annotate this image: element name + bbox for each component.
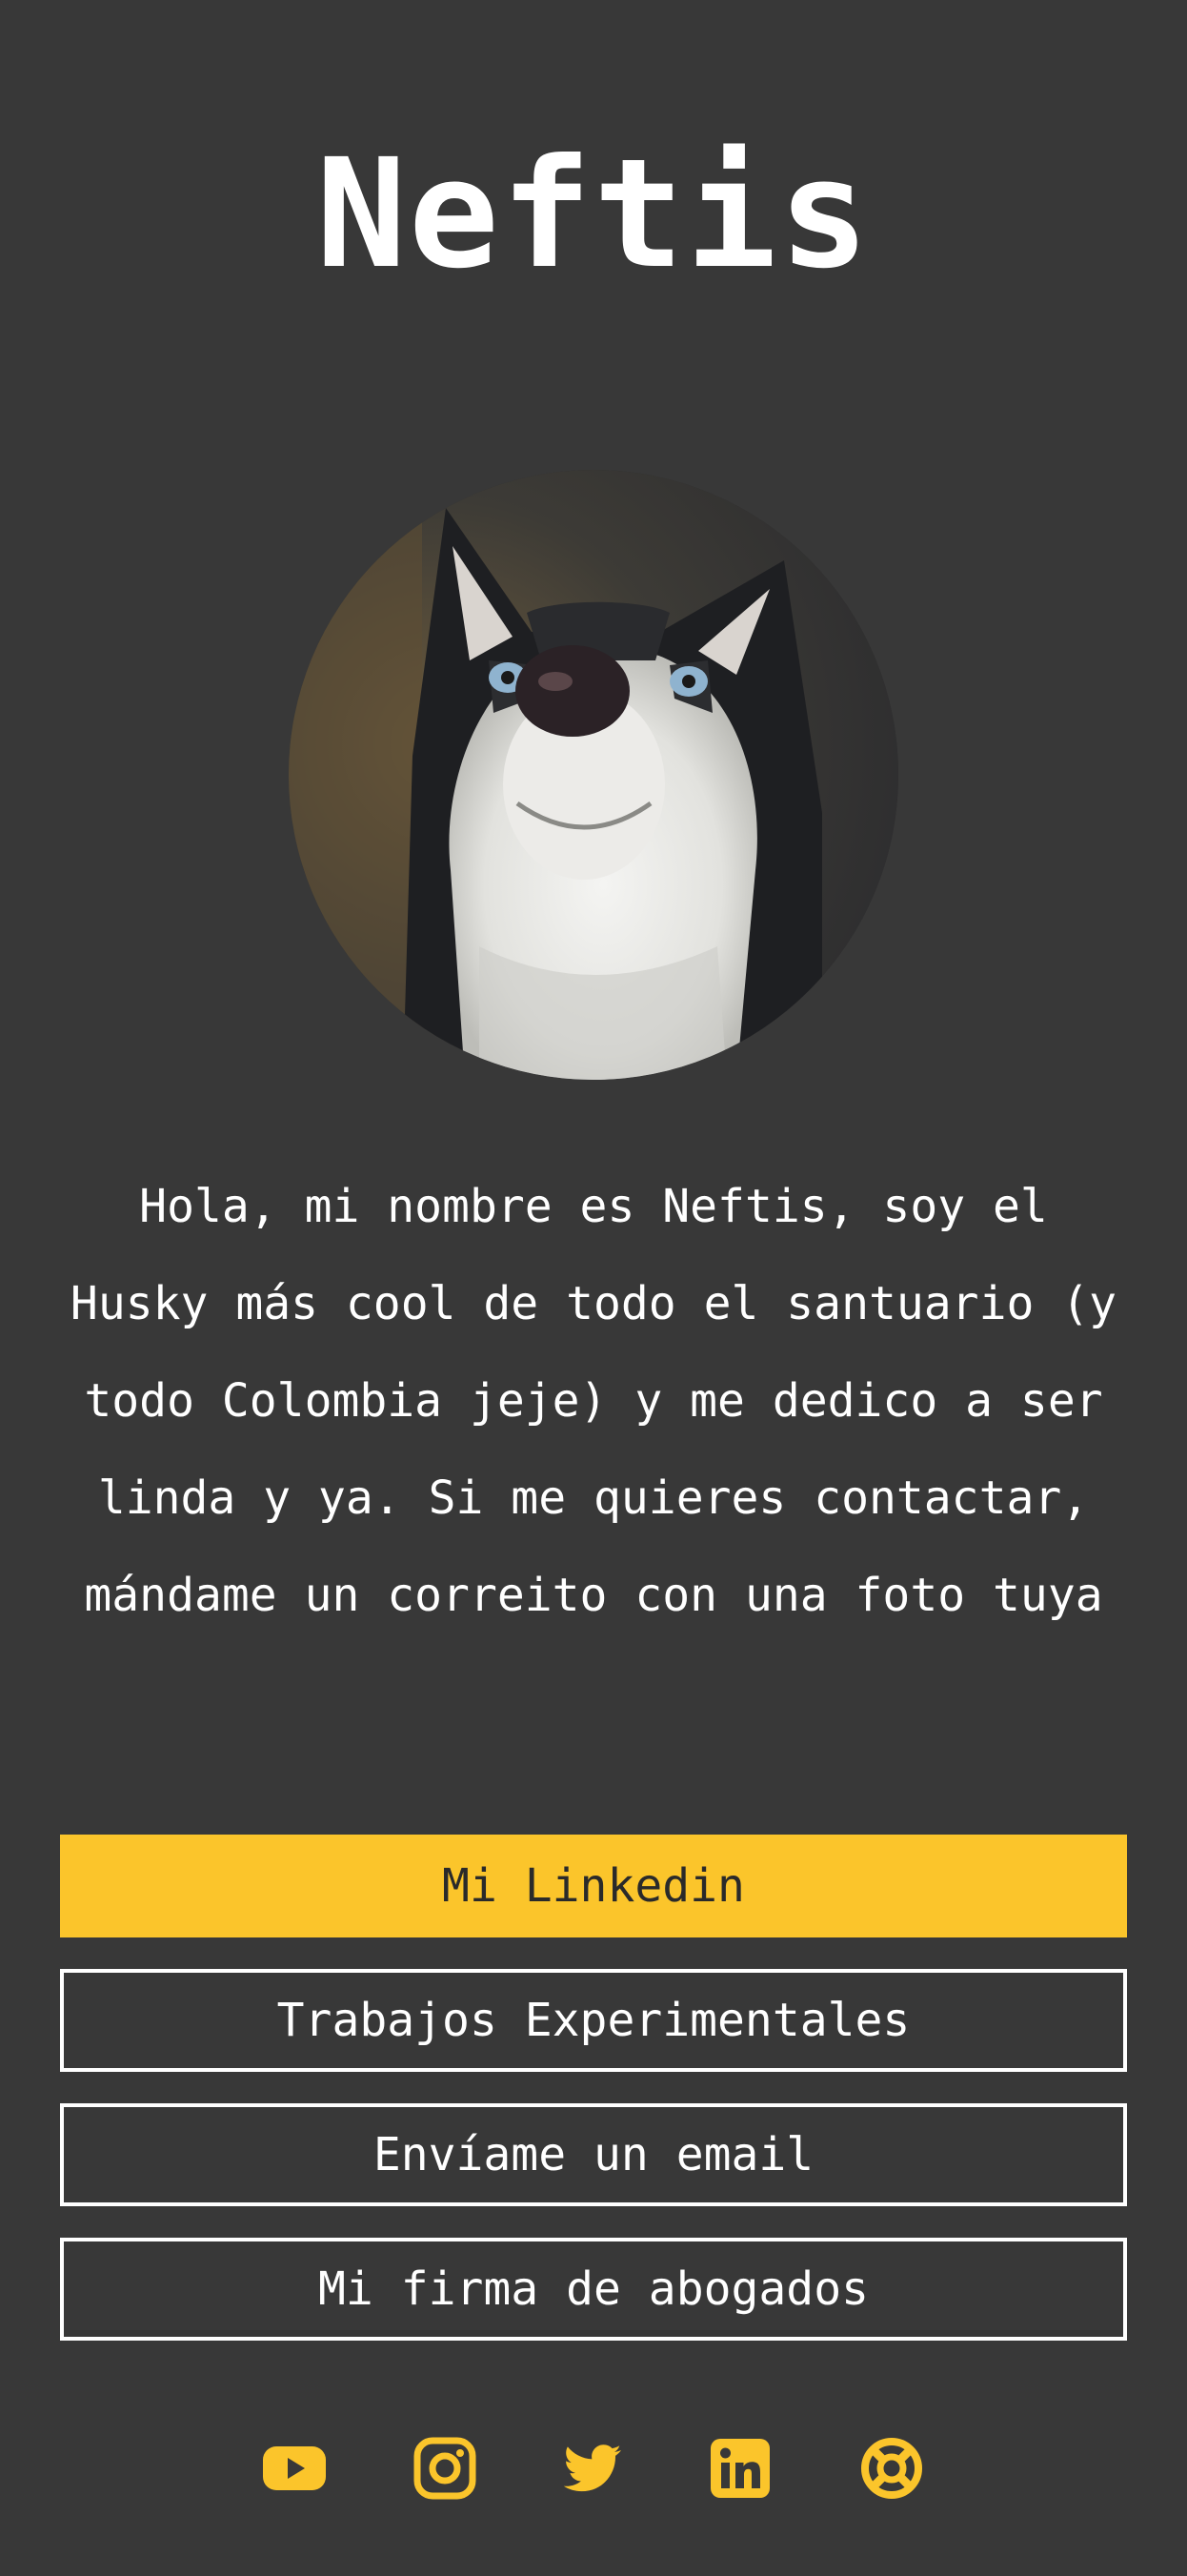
email-button[interactable]: Envíame un email bbox=[60, 2103, 1127, 2206]
twitter-icon[interactable] bbox=[560, 2435, 627, 2502]
youtube-icon[interactable] bbox=[261, 2435, 328, 2502]
profile-name: Neftis bbox=[315, 127, 872, 302]
linkedin-button[interactable]: Mi Linkedin bbox=[60, 1835, 1127, 1937]
instagram-icon[interactable] bbox=[412, 2435, 478, 2502]
linkedin-icon[interactable] bbox=[707, 2435, 774, 2502]
lifebuoy-icon[interactable] bbox=[858, 2435, 925, 2502]
husky-photo bbox=[289, 470, 898, 1080]
profile-page: Neftis Hola, mi nombre es Neftis, soy el… bbox=[0, 0, 1187, 2576]
experimental-works-button[interactable]: Trabajos Experimentales bbox=[60, 1969, 1127, 2072]
law-firm-button[interactable]: Mi firma de abogados bbox=[60, 2238, 1127, 2341]
bio-text: Hola, mi nombre es Neftis, soy el Husky … bbox=[70, 1180, 1117, 1622]
avatar bbox=[289, 470, 898, 1080]
social-links bbox=[0, 2435, 1187, 2502]
